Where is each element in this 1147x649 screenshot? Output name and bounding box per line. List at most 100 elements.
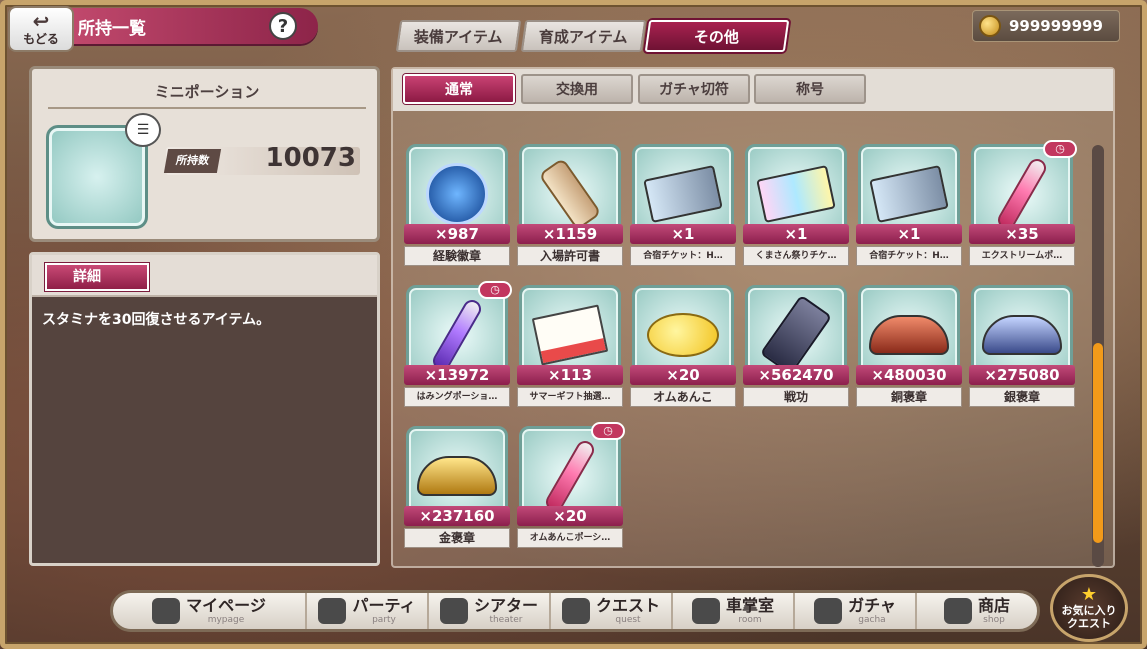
item-art-icon <box>647 313 719 357</box>
detail-header: 詳細 <box>32 255 377 297</box>
item-card[interactable]: ×20 オムあんこ <box>630 285 736 409</box>
selected-item-panel: ミニポーション ☰ 所持数 10073 <box>29 66 380 242</box>
currency-amount: 999999999 <box>1009 17 1103 35</box>
back-label: もどる <box>23 31 59 46</box>
item-count: ×20 <box>517 506 623 526</box>
nav-text: ガチャ gacha <box>848 595 896 625</box>
item-name: はみングポーショ… <box>404 387 510 407</box>
item-name: 合宿チケット：H… <box>856 246 962 266</box>
item-art-icon <box>417 456 497 496</box>
item-count: ×237160 <box>404 506 510 526</box>
selected-item-name: ミニポーション <box>48 77 366 109</box>
quill-icon <box>691 598 720 624</box>
nav-text: マイページ mypage <box>186 595 266 625</box>
item-art-icon <box>531 304 609 366</box>
item-art-icon <box>538 157 602 231</box>
item-card[interactable]: ×480030 銅褒章 <box>856 285 962 409</box>
item-card[interactable]: ×562470 戦功 <box>743 285 849 409</box>
subtab-title[interactable]: 称号 <box>754 74 866 104</box>
item-name: 銅褒章 <box>856 387 962 407</box>
item-list-panel: 通常 交換用 ガチャ切符 称号 ×987 経験徽章 ×1159 入場許可書 ×1 合宿チケ… <box>391 67 1115 568</box>
speech-bubble-icon[interactable]: ☰ <box>125 113 161 147</box>
item-count: ×35 <box>969 224 1075 244</box>
item-art-icon <box>426 163 488 225</box>
item-art-icon <box>869 315 949 355</box>
nav-text: クエスト quest <box>595 595 660 625</box>
subtab-exchange[interactable]: 交換用 <box>521 74 633 104</box>
item-card[interactable]: ×1 合宿チケット：H… <box>630 144 736 268</box>
item-count: ×20 <box>630 365 736 385</box>
train-icon <box>152 598 181 624</box>
item-name: くまさん祭りチケ… <box>743 246 849 266</box>
item-card[interactable]: ×113 サマーギフト抽選… <box>517 285 623 409</box>
item-count: ×275080 <box>969 365 1075 385</box>
favorite-quest-line2: クエスト <box>1067 617 1111 630</box>
nav-label: 商店 <box>977 595 1010 615</box>
item-count: ×1 <box>856 224 962 244</box>
tab-equipment[interactable]: 装備アイテム <box>395 20 521 52</box>
item-count: ×1 <box>630 224 736 244</box>
scroll-thumb[interactable] <box>1093 343 1103 543</box>
nav-sublabel: party <box>372 614 396 625</box>
item-card[interactable]: ×1 合宿チケット：H… <box>856 144 962 268</box>
item-card[interactable]: ◷ ×13972 はみングポーショ… <box>404 281 512 409</box>
nav-label: ガチャ <box>848 595 896 615</box>
tab-other[interactable]: その他 <box>644 20 790 52</box>
nav-sublabel: shop <box>983 614 1005 625</box>
nav-label: クエスト <box>595 595 660 615</box>
item-card[interactable]: ◷ ×20 オムあんこポーシ… <box>517 422 625 550</box>
clock-icon: ◷ <box>591 422 625 440</box>
item-count: ×113 <box>517 365 623 385</box>
nav-label: マイページ <box>186 595 266 615</box>
item-art-icon <box>982 315 1062 355</box>
nav-sublabel: mypage <box>207 614 245 625</box>
detail-label: 詳細 <box>45 263 149 291</box>
item-count: ×480030 <box>856 365 962 385</box>
favorite-quest-button[interactable]: ★ お気に入り クエスト <box>1050 574 1128 642</box>
subtab-gacha-ticket[interactable]: ガチャ切符 <box>638 74 750 104</box>
item-art-icon <box>643 164 723 224</box>
coin-icon <box>979 15 1001 37</box>
item-name: オムあんこポーシ… <box>517 528 623 548</box>
tab-training[interactable]: 育成アイテム <box>520 20 646 52</box>
item-description: スタミナを30回復させるアイテム。 <box>42 312 271 328</box>
back-arrow-icon: ↩ <box>32 8 50 33</box>
nav-text: 商店 shop <box>977 595 1010 625</box>
page-title: 所持一覧 <box>78 18 146 39</box>
clock-icon: ◷ <box>478 281 512 299</box>
subtab-normal[interactable]: 通常 <box>403 74 515 104</box>
item-count: ×1 <box>743 224 849 244</box>
camera-icon <box>439 598 468 624</box>
swords-icon <box>561 598 590 624</box>
nav-room[interactable]: 車掌室 room <box>671 593 793 629</box>
nav-party[interactable]: パーティ party <box>305 593 427 629</box>
main-tabs: 装備アイテム 育成アイテム その他 <box>395 20 790 52</box>
ticket-icon <box>814 598 843 624</box>
nav-mypage[interactable]: マイページ mypage <box>113 593 305 629</box>
favorite-quest-line1: お気に入り <box>1061 603 1117 617</box>
item-card[interactable]: ×1159 入場許可書 <box>517 144 623 268</box>
nav-theater[interactable]: シアター theater <box>427 593 549 629</box>
item-card[interactable]: ×1 くまさん祭りチケ… <box>743 144 849 268</box>
item-name: 戦功 <box>743 387 849 407</box>
back-button[interactable]: ↩ もどる <box>8 6 74 52</box>
sub-tabs: 通常 交換用 ガチャ切符 称号 <box>393 69 1113 111</box>
nav-text: パーティ party <box>352 597 415 625</box>
scrollbar[interactable] <box>1092 145 1104 567</box>
item-name: 入場許可書 <box>517 246 623 266</box>
owned-count-row: 所持数 10073 <box>163 143 360 175</box>
nav-quest[interactable]: クエスト quest <box>549 593 671 629</box>
item-card[interactable]: ×237160 金褒章 <box>404 426 510 550</box>
item-card[interactable]: ◷ ×35 エクストリームポ… <box>969 140 1077 268</box>
owned-label: 所持数 <box>163 149 222 173</box>
nav-text: 車掌室 room <box>726 597 774 625</box>
item-count: ×13972 <box>404 365 510 385</box>
help-icon[interactable]: ? <box>269 12 297 40</box>
item-card[interactable]: ×275080 銀褒章 <box>969 285 1075 409</box>
bottom-nav: マイページ mypage パーティ party シアター theater クエスト quest… <box>110 590 1040 632</box>
nav-text: シアター theater <box>474 597 538 625</box>
item-card[interactable]: ×987 経験徽章 <box>404 144 510 268</box>
nav-shop[interactable]: 商店 shop <box>915 593 1037 629</box>
item-name: エクストリームポ… <box>969 246 1075 266</box>
nav-gacha[interactable]: ガチャ gacha <box>793 593 915 629</box>
